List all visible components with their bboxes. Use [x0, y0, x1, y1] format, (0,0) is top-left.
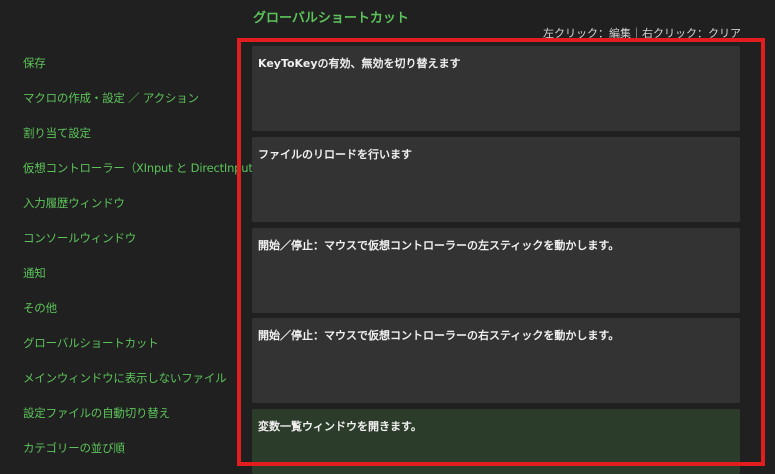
- sidebar-item-save[interactable]: 保存: [23, 55, 46, 71]
- sidebar-item-auto-switch[interactable]: 設定ファイルの自動切り替え: [23, 405, 170, 421]
- usage-hint: 左クリック：編集｜右クリック：クリア: [543, 27, 741, 40]
- sidebar-item-virtual-controller[interactable]: 仮想コントローラー（XInput と DirectInput）: [23, 160, 264, 176]
- shortcut-description: 開始／停止：マウスで仮想コントローラーの左スティックを動かします。: [258, 239, 620, 252]
- sidebar-item-assignment[interactable]: 割り当て設定: [23, 125, 91, 141]
- shortcut-description: 変数一覧ウィンドウを開きます。: [258, 420, 422, 433]
- page-title: グローバルショートカット: [253, 11, 409, 26]
- sidebar-item-macro[interactable]: マクロの作成・設定 ／ アクション: [23, 90, 199, 106]
- shortcut-panel-variables-window[interactable]: 変数一覧ウィンドウを開きます。: [252, 409, 740, 474]
- shortcut-panel-right-stick-mouse[interactable]: 開始／停止：マウスで仮想コントローラーの右スティックを動かします。: [252, 318, 740, 403]
- sidebar-item-notification[interactable]: 通知: [23, 265, 46, 281]
- sidebar-item-hidden-files[interactable]: メインウィンドウに表示しないファイル: [23, 370, 227, 386]
- shortcut-description: KeyToKeyの有効、無効を切り替えます: [258, 57, 461, 70]
- sidebar-item-other[interactable]: その他: [23, 300, 57, 316]
- shortcut-description: ファイルのリロードを行います: [258, 148, 412, 161]
- shortcut-description: 開始／停止：マウスで仮想コントローラーの右スティックを動かします。: [258, 329, 620, 342]
- shortcut-panel-left-stick-mouse[interactable]: 開始／停止：マウスで仮想コントローラーの左スティックを動かします。: [252, 228, 740, 313]
- sidebar: 保存 マクロの作成・設定 ／ アクション 割り当て設定 仮想コントローラー（XI…: [0, 0, 264, 474]
- sidebar-item-category-order[interactable]: カテゴリーの並び順: [23, 440, 125, 456]
- sidebar-item-console[interactable]: コンソールウィンドウ: [23, 230, 136, 246]
- shortcut-panel-reload-file[interactable]: ファイルのリロードを行います: [252, 137, 740, 222]
- shortcut-panel-toggle-keytokey[interactable]: KeyToKeyの有効、無効を切り替えます: [252, 46, 740, 131]
- sidebar-item-input-history[interactable]: 入力履歴ウィンドウ: [23, 195, 125, 211]
- sidebar-item-global-shortcut[interactable]: グローバルショートカット: [23, 335, 159, 351]
